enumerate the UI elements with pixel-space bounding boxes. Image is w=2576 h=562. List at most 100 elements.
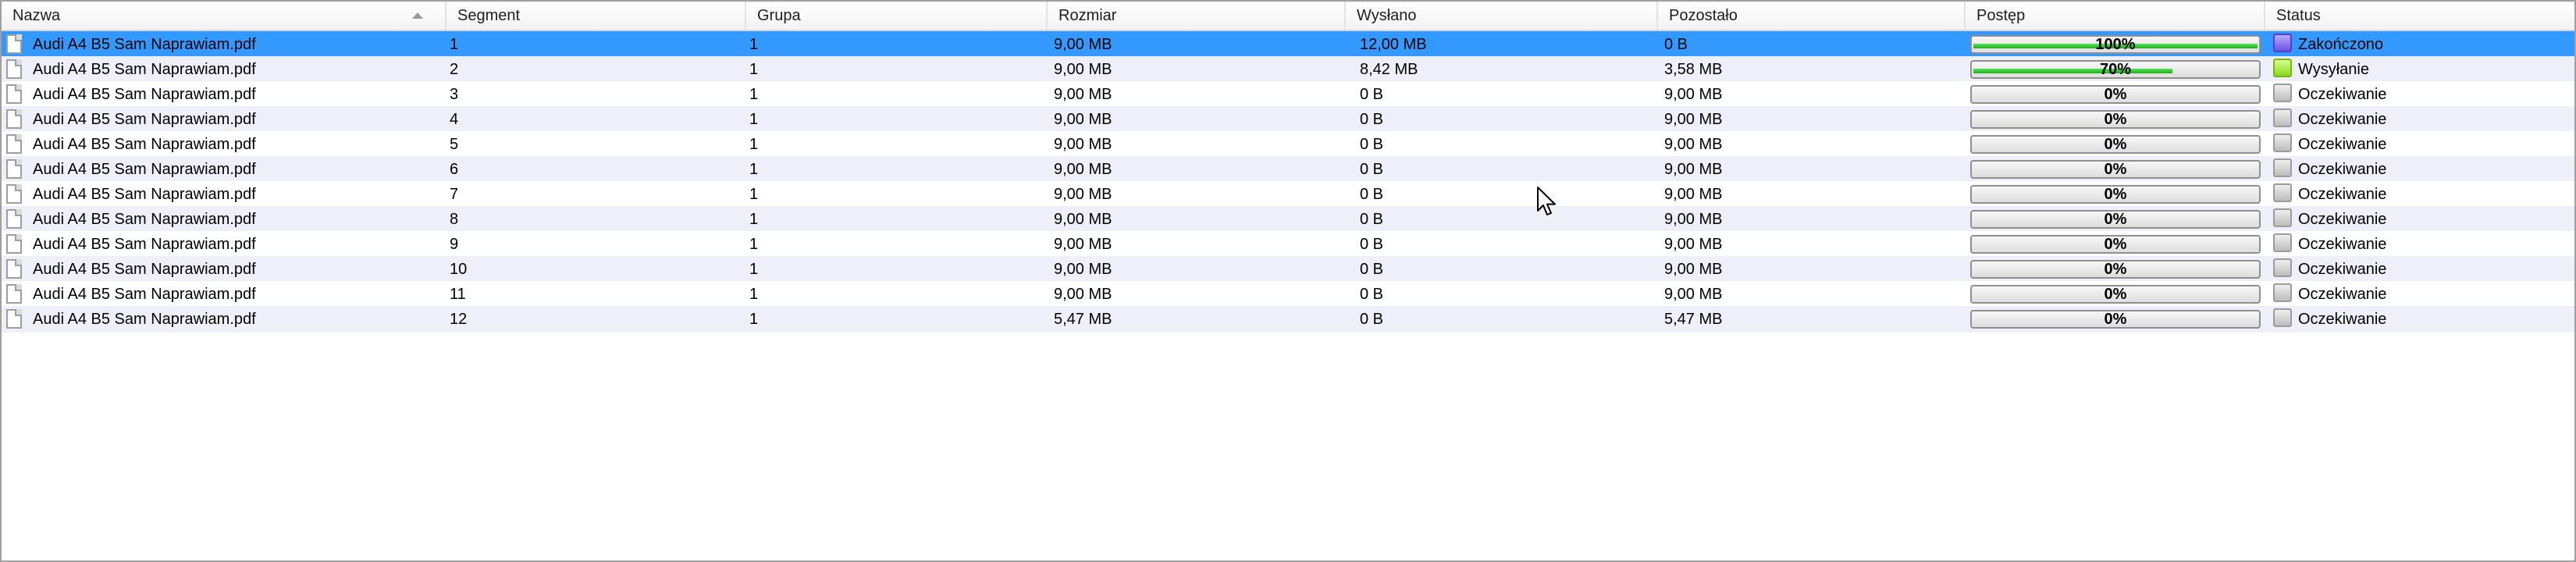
cell-group: 1	[749, 261, 759, 278]
progress-bar: 0%	[1970, 185, 2261, 204]
cell-segment: 9	[450, 236, 459, 253]
mouse-pointer-icon	[1537, 187, 1556, 215]
column-header-size[interactable]: Rozmiar	[1048, 2, 1346, 30]
cell-name: Audi A4 B5 Sam Naprawiam.pdf	[33, 86, 256, 103]
cell-group: 1	[749, 286, 759, 303]
cell-segment: 2	[450, 61, 459, 78]
cell-sent: 0 B	[1360, 161, 1384, 178]
cell-size: 9,00 MB	[1054, 36, 1112, 53]
status-text: Wysyłanie	[2298, 61, 2369, 78]
table-row[interactable]: Audi A4 B5 Sam Naprawiam.pdf 6 1 9,00 MB 0 B…	[2, 156, 2574, 183]
table-row[interactable]: Audi A4 B5 Sam Naprawiam.pdf 9 1 9,00 MB 0 B…	[2, 231, 2574, 258]
cell-size: 9,00 MB	[1054, 86, 1112, 103]
cell-segment: 5	[450, 136, 459, 153]
cell-remaining: 9,00 MB	[1664, 261, 1723, 278]
cell-size: 9,00 MB	[1054, 236, 1112, 253]
status-waiting-icon	[2273, 283, 2292, 302]
progress-label: 0%	[2104, 286, 2127, 303]
cell-sent: 0 B	[1360, 261, 1384, 278]
status-sending-icon	[2273, 59, 2292, 77]
segment-list-view[interactable]: Nazwa Segment Grupa Rozmiar Wysłano Pozo…	[0, 0, 2576, 562]
table-row[interactable]: Audi A4 B5 Sam Naprawiam.pdf 5 1 9,00 MB 0 B…	[2, 131, 2574, 158]
cell-segment: 7	[450, 186, 459, 203]
cell-group: 1	[749, 161, 759, 178]
document-icon	[6, 34, 22, 54]
column-header-remaining[interactable]: Pozostało	[1658, 2, 1966, 30]
table-row[interactable]: Audi A4 B5 Sam Naprawiam.pdf 4 1 9,00 MB 0 B…	[2, 106, 2574, 133]
table-row[interactable]: Audi A4 B5 Sam Naprawiam.pdf 8 1 9,00 MB 0 B…	[2, 206, 2574, 233]
status-waiting-icon	[2273, 183, 2292, 202]
column-header-progress[interactable]: Postęp	[1966, 2, 2265, 30]
table-row[interactable]: Audi A4 B5 Sam Naprawiam.pdf 10 1 9,00 MB 0 …	[2, 256, 2574, 283]
cell-sent: 0 B	[1360, 286, 1384, 303]
status-text: Oczekiwanie	[2298, 136, 2387, 153]
progress-bar: 0%	[1970, 110, 2261, 129]
status-text: Zakończono	[2298, 36, 2383, 53]
status-text: Oczekiwanie	[2298, 211, 2387, 228]
status-waiting-icon	[2273, 258, 2292, 277]
table-row[interactable]: Audi A4 B5 Sam Naprawiam.pdf 2 1 9,00 MB 8,4…	[2, 56, 2574, 83]
cell-size: 5,47 MB	[1054, 311, 1112, 328]
cell-remaining: 9,00 MB	[1664, 86, 1723, 103]
table-row[interactable]: Audi A4 B5 Sam Naprawiam.pdf 1 1 9,00 MB 12,…	[2, 31, 2574, 58]
document-icon	[6, 84, 22, 104]
table-row[interactable]: Audi A4 B5 Sam Naprawiam.pdf 12 1 5,47 MB 0 …	[2, 306, 2574, 333]
cell-segment: 6	[450, 161, 459, 178]
cell-size: 9,00 MB	[1054, 186, 1112, 203]
status-text: Oczekiwanie	[2298, 236, 2387, 253]
cell-group: 1	[749, 136, 759, 153]
cell-name: Audi A4 B5 Sam Naprawiam.pdf	[33, 211, 256, 228]
progress-label: 70%	[2099, 61, 2132, 78]
cell-remaining: 9,00 MB	[1664, 286, 1723, 303]
cell-sent: 0 B	[1360, 236, 1384, 253]
cell-size: 9,00 MB	[1054, 211, 1112, 228]
progress-label: 100%	[2095, 36, 2136, 53]
column-header: Nazwa Segment Grupa Rozmiar Wysłano Pozo…	[2, 2, 2574, 31]
progress-bar: 0%	[1970, 210, 2261, 229]
table-row[interactable]: Audi A4 B5 Sam Naprawiam.pdf 3 1 9,00 MB 0 B…	[2, 81, 2574, 108]
cell-remaining: 3,58 MB	[1664, 61, 1723, 78]
cell-remaining: 9,00 MB	[1664, 161, 1723, 178]
cell-size: 9,00 MB	[1054, 111, 1112, 128]
cell-segment: 3	[450, 86, 459, 103]
cell-name: Audi A4 B5 Sam Naprawiam.pdf	[33, 161, 256, 178]
status-waiting-icon	[2273, 108, 2292, 127]
status-waiting-icon	[2273, 233, 2292, 252]
progress-bar: 0%	[1970, 85, 2261, 104]
table-row[interactable]: Audi A4 B5 Sam Naprawiam.pdf 11 1 9,00 MB 0 …	[2, 281, 2574, 308]
column-header-sent[interactable]: Wysłano	[1346, 2, 1658, 30]
cell-sent: 0 B	[1360, 186, 1384, 203]
cell-size: 9,00 MB	[1054, 161, 1112, 178]
cell-sent: 8,42 MB	[1360, 61, 1418, 78]
cell-name: Audi A4 B5 Sam Naprawiam.pdf	[33, 236, 256, 253]
cell-remaining: 0 B	[1664, 36, 1688, 53]
cell-group: 1	[749, 236, 759, 253]
column-header-group[interactable]: Grupa	[746, 2, 1048, 30]
progress-label: 0%	[2104, 86, 2127, 103]
sort-ascending-icon	[412, 12, 423, 19]
document-icon	[6, 234, 22, 254]
progress-label: 0%	[2104, 311, 2127, 328]
cell-segment: 4	[450, 111, 459, 128]
progress-label: 0%	[2104, 186, 2127, 203]
cell-sent: 0 B	[1360, 211, 1384, 228]
column-header-segment[interactable]: Segment	[447, 2, 746, 30]
cell-segment: 11	[450, 286, 466, 303]
table-row[interactable]: Audi A4 B5 Sam Naprawiam.pdf 7 1 9,00 MB 0 B…	[2, 181, 2574, 208]
cell-sent: 0 B	[1360, 86, 1384, 103]
cell-size: 9,00 MB	[1054, 136, 1112, 153]
progress-bar: 0%	[1970, 260, 2261, 279]
cell-remaining: 9,00 MB	[1664, 186, 1723, 203]
cell-group: 1	[749, 311, 759, 328]
status-text: Oczekiwanie	[2298, 311, 2387, 328]
cell-name: Audi A4 B5 Sam Naprawiam.pdf	[33, 111, 256, 128]
cell-sent: 0 B	[1360, 111, 1384, 128]
document-icon	[6, 109, 22, 129]
column-header-status[interactable]: Status	[2265, 2, 2574, 30]
cell-group: 1	[749, 111, 759, 128]
document-icon	[6, 134, 22, 154]
status-waiting-icon	[2273, 133, 2292, 152]
cell-group: 1	[749, 61, 759, 78]
status-text: Oczekiwanie	[2298, 86, 2387, 103]
column-header-name[interactable]: Nazwa	[2, 2, 447, 30]
